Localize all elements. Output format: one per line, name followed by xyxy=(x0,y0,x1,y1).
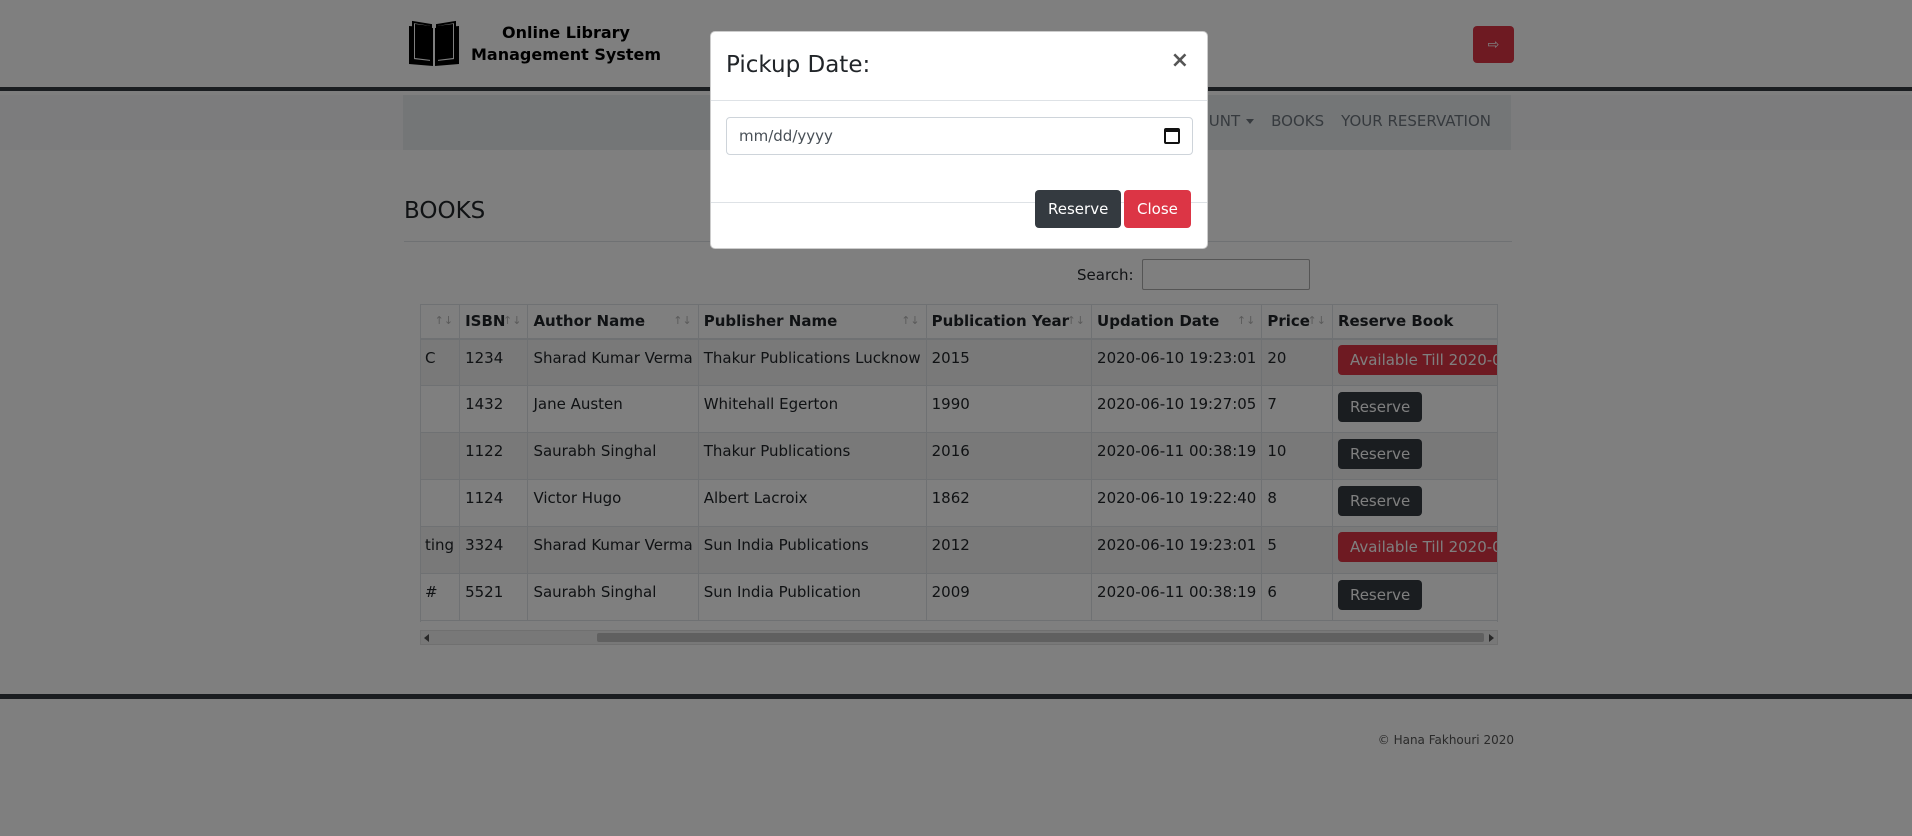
modal-header: Pickup Date: × xyxy=(711,32,1207,101)
modal-title: Pickup Date: xyxy=(726,52,871,78)
date-placeholder: mm/dd/yyyy xyxy=(739,127,833,145)
pickup-date-modal: Pickup Date: × mm/dd/yyyy Reserve Close xyxy=(710,31,1208,249)
modal-reserve-button[interactable]: Reserve xyxy=(1035,190,1122,228)
modal-close-button[interactable]: Close xyxy=(1124,190,1191,228)
modal-body: mm/dd/yyyy xyxy=(711,101,1207,203)
modal-footer: Reserve Close xyxy=(711,190,1207,249)
close-icon[interactable]: × xyxy=(1171,48,1189,73)
pickup-date-input[interactable]: mm/dd/yyyy xyxy=(726,117,1193,155)
calendar-icon[interactable] xyxy=(1164,128,1180,144)
